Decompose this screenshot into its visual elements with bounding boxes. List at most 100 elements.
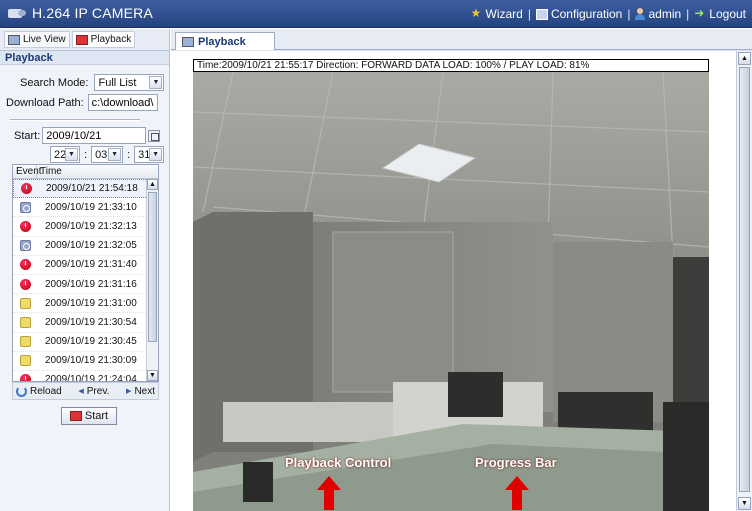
event-scrollbar[interactable]: ▲ ▼ [146, 179, 158, 381]
event-time: 2009/10/19 21:32:05 [45, 240, 137, 252]
main-scroll-thumb[interactable] [739, 67, 750, 492]
next-label: Next [134, 385, 155, 397]
next-button[interactable]: ▶ Next [126, 386, 155, 397]
event-column-header: Event [13, 165, 42, 178]
left-tabs: Live View Playback [0, 29, 169, 51]
event-type-cell [13, 278, 37, 290]
start-icon [69, 411, 82, 421]
logout-icon [694, 6, 706, 20]
playback-icon [75, 34, 88, 45]
annotation-arrow-control [317, 476, 341, 490]
alarm-event-icon [19, 278, 31, 290]
event-time: 2009/10/19 21:31:00 [45, 297, 137, 309]
main-scrollbar[interactable]: ▲ ▼ [736, 51, 752, 511]
main-scroll-up-icon[interactable]: ▲ [738, 52, 751, 65]
time-colon: : [84, 148, 88, 161]
table-row[interactable]: 2009/10/19 21:31:40 [13, 256, 158, 275]
motion-event-icon [19, 240, 31, 252]
next-icon: ▶ [126, 388, 132, 395]
playback-tab-icon [182, 36, 194, 47]
system-event-icon [19, 336, 31, 348]
info-bar: Time:2009/10/21 21:55:17 Direction: FORW… [193, 59, 709, 72]
tab-live-view-label: Live View [23, 34, 66, 45]
separator: | [627, 7, 631, 21]
reload-icon [16, 385, 27, 397]
video-frame[interactable]: Playback Control Progress Bar [193, 72, 709, 511]
event-time: 2009/10/19 21:30:54 [45, 316, 137, 328]
event-nav-bar: Reload ◀ Prev. ▶ Next [12, 382, 159, 400]
scroll-up-icon[interactable]: ▲ [147, 179, 158, 190]
download-path-label: Download Path: [6, 96, 84, 109]
search-mode-select[interactable]: Full List ▼ [94, 74, 165, 91]
event-type-cell [13, 220, 37, 232]
tab-playback-label: Playback [90, 34, 132, 45]
table-row[interactable]: 2009/10/19 21:32:05 [13, 237, 158, 256]
separator: | [686, 7, 690, 21]
table-row[interactable]: 2009/10/21 21:54:18 [13, 179, 158, 199]
table-row[interactable]: 2009/10/19 21:30:45 [13, 333, 158, 352]
tab-playback[interactable]: Playback [71, 31, 136, 48]
start-button[interactable]: Start [61, 407, 117, 425]
scroll-thumb[interactable] [148, 192, 157, 342]
live-view-icon [8, 34, 20, 45]
admin-link[interactable]: admin [635, 7, 681, 21]
time-column-header: Time [40, 166, 62, 177]
event-type-cell [14, 183, 38, 195]
event-type-cell [13, 374, 37, 381]
table-row[interactable]: 2009/10/19 21:31:16 [13, 275, 158, 295]
table-row[interactable]: 2009/10/19 21:33:10 [13, 198, 158, 218]
camera-icon [8, 5, 26, 21]
event-time: 2009/10/19 21:24:04 [45, 374, 137, 382]
event-type-cell [13, 259, 37, 271]
tab-playback-main[interactable]: Playback [175, 32, 275, 50]
second-select[interactable]: 31 ▼ [134, 146, 165, 163]
download-path-row: Download Path: [6, 94, 158, 111]
table-row[interactable]: 2009/10/19 21:30:54 [13, 313, 158, 333]
event-type-cell [13, 201, 37, 213]
chevron-down-icon: ▼ [149, 148, 163, 161]
event-type-cell [13, 240, 37, 252]
left-sidebar: Live View Playback Playback Search Mode:… [0, 29, 170, 511]
table-row[interactable]: 2009/10/19 21:24:04 [13, 371, 158, 382]
admin-label: admin [648, 7, 682, 21]
start-date-input[interactable] [42, 127, 147, 144]
annotation-playback-control: Playback Control [285, 455, 392, 470]
event-time: 2009/10/19 21:30:45 [45, 336, 137, 348]
table-row[interactable]: 2009/10/19 21:32:13 [13, 217, 158, 237]
wizard-label: Wizard [485, 7, 523, 21]
prev-button[interactable]: ◀ Prev. [78, 386, 109, 397]
table-row[interactable]: 2009/10/19 21:31:00 [13, 294, 158, 314]
brand: H.264 IP CAMERA [8, 5, 153, 21]
video-scene [193, 72, 709, 511]
start-label: Start: [14, 129, 41, 142]
tab-live-view[interactable]: Live View [4, 31, 70, 48]
calendar-icon[interactable] [148, 129, 161, 142]
system-event-icon [19, 297, 31, 309]
configuration-link[interactable]: Configuration [535, 7, 622, 21]
annotation-arrow-progress-shaft [512, 490, 522, 510]
event-table-body: 2009/10/21 21:54:18 2009/10/19 21:33:10 20… [13, 179, 158, 382]
tab-playback-main-label: Playback [198, 35, 246, 48]
table-row[interactable]: 2009/10/19 21:30:09 [13, 352, 158, 371]
minute-select[interactable]: 03 ▼ [91, 146, 124, 163]
event-time: 2009/10/19 21:32:13 [45, 220, 137, 232]
alarm-event-icon [19, 220, 31, 232]
event-time: 2009/10/19 21:31:16 [45, 278, 137, 290]
logout-link[interactable]: Logout [694, 6, 746, 21]
alarm-event-icon [20, 183, 32, 195]
main-scroll-down-icon[interactable]: ▼ [738, 497, 751, 510]
prev-label: Prev. [86, 385, 110, 397]
download-path-input[interactable] [87, 94, 158, 111]
event-time: 2009/10/21 21:54:18 [46, 183, 138, 195]
wizard-link[interactable]: Wizard [471, 6, 523, 21]
wizard-icon [471, 6, 483, 20]
event-table-header: Event Time [13, 165, 158, 179]
config-icon [535, 8, 548, 20]
scroll-down-icon[interactable]: ▼ [147, 370, 158, 381]
start-button-label: Start [84, 410, 109, 422]
annotation-arrow-control-shaft [324, 490, 334, 510]
reload-button[interactable]: Reload [16, 385, 62, 397]
hour-select[interactable]: 22 ▼ [50, 146, 80, 163]
app-title: H.264 IP CAMERA [32, 5, 154, 21]
annotation-arrow-progress [505, 476, 529, 490]
